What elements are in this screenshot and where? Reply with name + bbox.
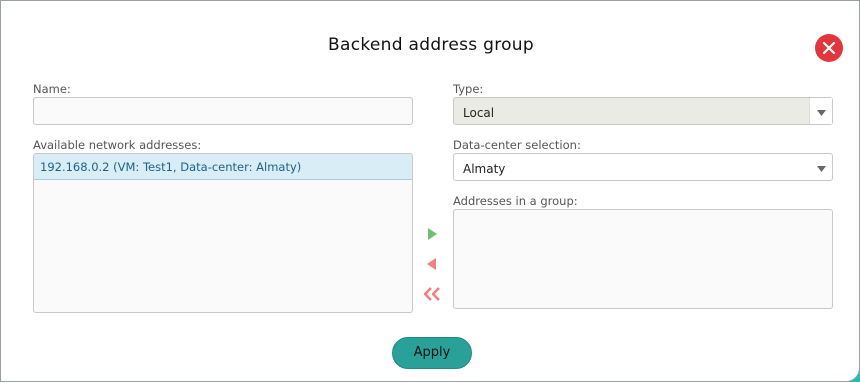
- available-addresses-list[interactable]: 192.168.0.2 (VM: Test1, Data-center: Alm…: [33, 153, 413, 313]
- datacenter-select-value: Almaty: [463, 162, 506, 176]
- dialog-title: Backend address group: [328, 35, 534, 55]
- group-addresses-list[interactable]: [453, 209, 833, 309]
- list-item[interactable]: 192.168.0.2 (VM: Test1, Data-center: Alm…: [34, 154, 412, 180]
- type-select-caret: [809, 98, 832, 124]
- type-label: Type:: [453, 82, 484, 96]
- type-select[interactable]: Local: [453, 97, 833, 125]
- name-label: Name:: [33, 82, 71, 96]
- chevron-down-icon: [817, 166, 826, 172]
- chevron-down-icon: [817, 110, 826, 116]
- double-chevron-left-icon: [423, 287, 440, 301]
- group-addresses-label: Addresses in a group:: [453, 194, 578, 208]
- datacenter-label: Data-center selection:: [453, 138, 581, 152]
- backend-address-group-dialog: Backend address group Name: Available ne…: [0, 0, 860, 382]
- triangle-left-icon: [427, 258, 436, 270]
- datacenter-select[interactable]: Almaty: [453, 153, 833, 181]
- type-select-value: Local: [463, 106, 495, 120]
- apply-button[interactable]: Apply: [392, 337, 472, 369]
- close-button[interactable]: [815, 34, 843, 62]
- name-input[interactable]: [33, 97, 413, 125]
- add-to-group-button[interactable]: [425, 226, 445, 244]
- triangle-right-icon: [428, 228, 437, 240]
- datacenter-select-caret: [810, 154, 832, 180]
- close-icon: [822, 41, 836, 55]
- remove-all-from-group-button[interactable]: [422, 286, 442, 304]
- remove-from-group-button[interactable]: [425, 256, 445, 274]
- available-addresses-label: Available network addresses:: [33, 138, 202, 152]
